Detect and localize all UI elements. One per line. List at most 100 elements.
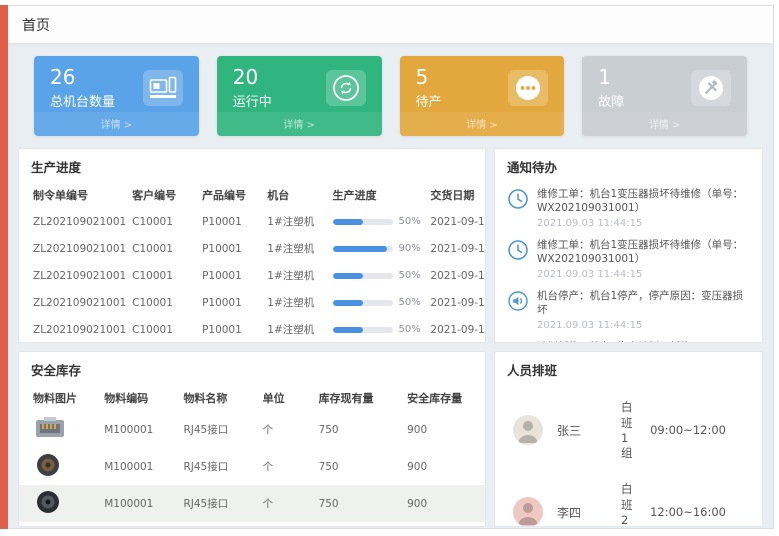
speaker-icon [507,341,529,343]
stat-label: 总机台数量 [50,91,115,110]
inventory-column-header: 安全库存量 [401,385,485,411]
cell-progress: 50% [327,316,425,343]
notice-text: 计划暂停：机台1生产计划已暂停 [537,340,691,343]
stat-detail-link[interactable]: 详情 > [582,112,747,136]
inventory-row: M100001RJ45接口个750900 [19,411,485,448]
notice-timestamp: 2021.09.03 11:44:15 [537,218,750,229]
stat-detail-link[interactable]: 详情 > [400,112,565,136]
progress-bar: 90% [333,243,419,254]
cell-date: 2021-09-10 [424,289,485,316]
progress-label: 90% [399,243,421,254]
inventory-row: M100001RJ45接口个750900 [19,448,485,485]
person-name: 张三 [557,422,607,439]
cell-order: ZL202109021001 [19,235,126,262]
cell-machine: 1#注塑机 [261,262,326,289]
progress-fill [333,246,387,252]
progress-fill [333,273,363,279]
cell-material-name: RJ45接口 [177,411,256,448]
speaker-icon [507,290,529,312]
notice-list: 维修工单：机台1变压器损坏待维修（单号：WX202109031001） 2021.… [495,182,762,343]
notice-timestamp: 2021.09.03 11:44:15 [537,269,750,280]
production-column-header: 生产进度 [327,182,425,208]
notice-item[interactable]: 计划暂停：机台1生产计划已暂停2021.09.03 11:44:15 [499,335,758,343]
progress-track [333,219,393,225]
cell-material-name: RJ45接口 [177,448,256,485]
cell-product: P10001 [196,289,261,316]
cell-customer: C10001 [126,262,196,289]
cell-safety-stock: 900 [401,448,485,485]
clock-icon [507,188,529,210]
cell-date: 2021-09-10 [424,235,485,262]
cell-material-code: M100001 [98,485,177,522]
stat-cards: 26总机台数量详情 >20运行中详情 >5待产详情 >1故障详情 > [34,56,747,136]
stat-detail-link[interactable]: 详情 > [34,112,199,136]
production-column-header: 客户编号 [126,182,196,208]
production-panel-title: 生产进度 [19,149,485,182]
notice-body: 机台停产：机台1停产，停产原因：变压器损坏2021.09.03 11:44:15 [537,289,750,331]
stat-detail-link[interactable]: 详情 > [217,112,382,136]
cell-material-image [19,485,98,522]
stat-card-body: 20 运行中 [217,56,382,110]
cell-material-image [19,411,98,448]
notice-text: 维修工单：机台1变压器损坏待维修（单号：WX202109031001） [537,238,750,267]
stat-label: 运行中 [233,91,272,110]
progress-track [333,246,393,252]
production-header-row: 制令单编号客户编号产品编号机台生产进度交货日期 [19,182,485,208]
cell-machine: 1#注塑机 [261,316,326,343]
cell-product: P10001 [196,316,261,343]
progress-bar: 50% [333,297,419,308]
inventory-column-header: 物料图片 [19,385,98,411]
progress-track [333,300,393,306]
content-area: 首页 26总机台数量详情 >20运行中详情 >5待产详情 >1故障详情 > 生产… [8,5,774,529]
inventory-table: 物料图片物料编码物料名称单位库存现有量安全库存量 M100001RJ45接口个7… [19,385,485,522]
schedule-row: 李四白班2组12:00~16:00 [499,471,758,527]
inventory-column-header: 物料名称 [177,385,256,411]
stat-card-info: 20 运行中 [233,66,272,110]
stat-value: 26 [50,66,115,88]
notice-timestamp: 2021.09.03 11:44:15 [537,320,750,331]
cell-customer: C10001 [126,235,196,262]
stat-card-body: 1 故障 [582,56,747,110]
production-column-header: 制令单编号 [19,182,126,208]
notice-item[interactable]: 机台停产：机台1停产，停产原因：变压器损坏2021.09.03 11:44:15 [499,284,758,335]
stat-value: 20 [233,66,272,88]
stat-label: 故障 [598,91,624,110]
stat-card-body: 26 总机台数量 [34,56,199,110]
stat-card-body: 5待产 [400,56,565,110]
notice-item[interactable]: 维修工单：机台1变压器损坏待维修（单号：WX202109031001） 2021.… [499,233,758,284]
person-shift: 白班1组 [621,399,636,461]
notice-item[interactable]: 维修工单：机台1变压器损坏待维修（单号：WX202109031001）2021.… [499,182,758,233]
cell-safety-stock: 900 [401,411,485,448]
cell-order: ZL202109021001 [19,316,126,343]
person-name: 李四 [557,504,607,521]
cell-unit: 个 [257,411,313,448]
schedule-panel-title: 人员排班 [495,352,762,385]
schedule-list: 张三白班1组09:00~12:00李四白班2组12:00~16:00王五夜班1组… [495,385,762,527]
cell-unit: 个 [257,448,313,485]
cell-customer: C10001 [126,316,196,343]
progress-fill [333,327,363,333]
progress-fill [333,300,363,306]
progress-track [333,327,393,333]
app-window: 首页 26总机台数量详情 >20运行中详情 >5待产详情 >1故障详情 > 生产… [0,5,774,529]
stat-value: 1 [598,66,624,88]
cell-current-stock: 750 [313,411,402,448]
cell-order: ZL202109021001 [19,208,126,235]
notices-panel: 通知待办 维修工单：机台1变压器损坏待维修（单号：WX202109031001）… [494,148,763,343]
stat-value: 5 [416,66,442,88]
schedule-panel: 人员排班 张三白班1组09:00~12:00李四白班2组12:00~16:00王… [494,351,763,527]
stat-card-machine[interactable]: 26 总机台数量详情 > [34,56,199,136]
stat-card-tools[interactable]: 1 故障详情 > [582,56,747,136]
tools-icon [691,70,731,106]
stat-card-ellipsis[interactable]: 5待产详情 > [400,56,565,136]
clock-icon [507,239,529,261]
notices-panel-title: 通知待办 [495,149,762,182]
inventory-column-header: 单位 [257,385,313,411]
stat-card-running[interactable]: 20 运行中详情 > [217,56,382,136]
cell-progress: 90% [327,235,425,262]
speaker-image [33,489,63,515]
progress-label: 50% [399,270,421,281]
cell-machine: 1#注塑机 [261,235,326,262]
progress-bar: 50% [333,270,419,281]
avatar [513,497,543,527]
